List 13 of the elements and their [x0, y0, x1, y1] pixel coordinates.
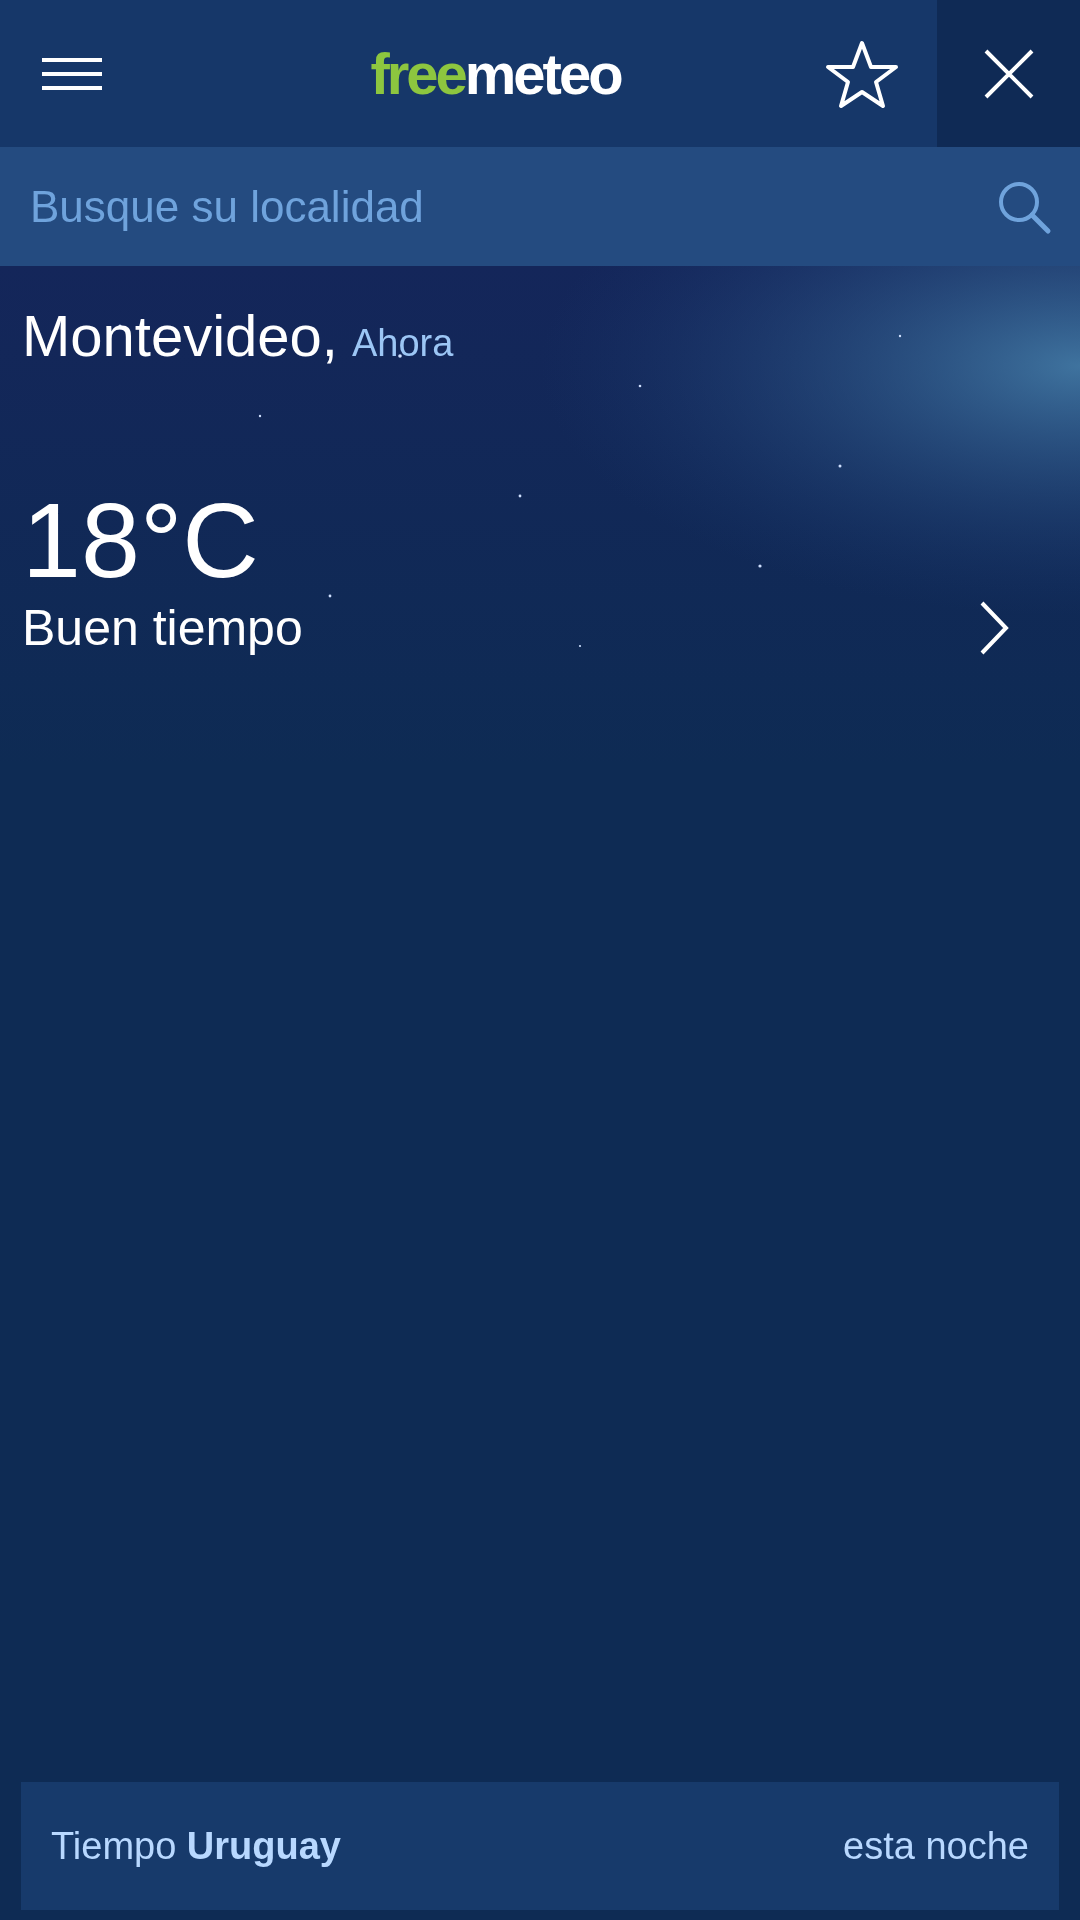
logo: freemeteo — [369, 40, 623, 107]
close-button[interactable] — [937, 0, 1080, 147]
period-link[interactable]: esta noche — [843, 1824, 1029, 1868]
chevron-right-icon[interactable] — [978, 599, 1010, 657]
time-label: Ahora — [352, 322, 454, 365]
close-icon — [982, 47, 1035, 100]
location-name: Montevideo, — [22, 302, 338, 369]
condition-text: Buen tiempo — [22, 599, 303, 657]
star-icon — [825, 38, 899, 109]
search-bar[interactable]: Busque su localidad — [0, 147, 1080, 266]
search-field[interactable]: Busque su localidad — [28, 180, 996, 233]
temperature: 18°C — [22, 487, 260, 593]
country-weather-link[interactable]: Tiempo Uruguay — [51, 1824, 341, 1868]
